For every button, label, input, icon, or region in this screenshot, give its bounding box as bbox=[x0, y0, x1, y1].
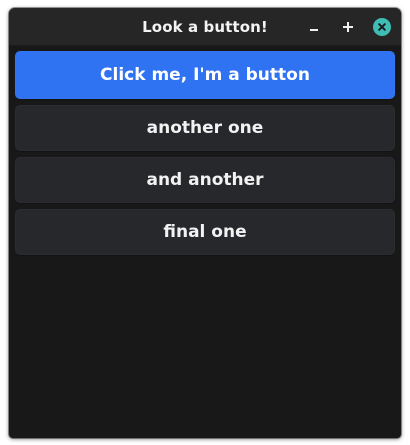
app-window: Look a button! Click me, I'm a button an… bbox=[9, 8, 401, 438]
and-another-button[interactable]: and another bbox=[15, 157, 395, 203]
close-button[interactable] bbox=[372, 17, 392, 37]
button-list: Click me, I'm a button another one and a… bbox=[15, 51, 395, 261]
maximize-button[interactable] bbox=[338, 17, 358, 37]
plus-icon bbox=[343, 22, 353, 32]
final-one-button[interactable]: final one bbox=[15, 209, 395, 255]
click-me-button[interactable]: Click me, I'm a button bbox=[15, 51, 395, 99]
title-bar[interactable]: Look a button! bbox=[9, 8, 401, 46]
minimize-button[interactable] bbox=[304, 17, 324, 37]
minimize-icon bbox=[310, 29, 318, 31]
close-icon bbox=[373, 18, 391, 36]
another-one-button[interactable]: another one bbox=[15, 105, 395, 151]
